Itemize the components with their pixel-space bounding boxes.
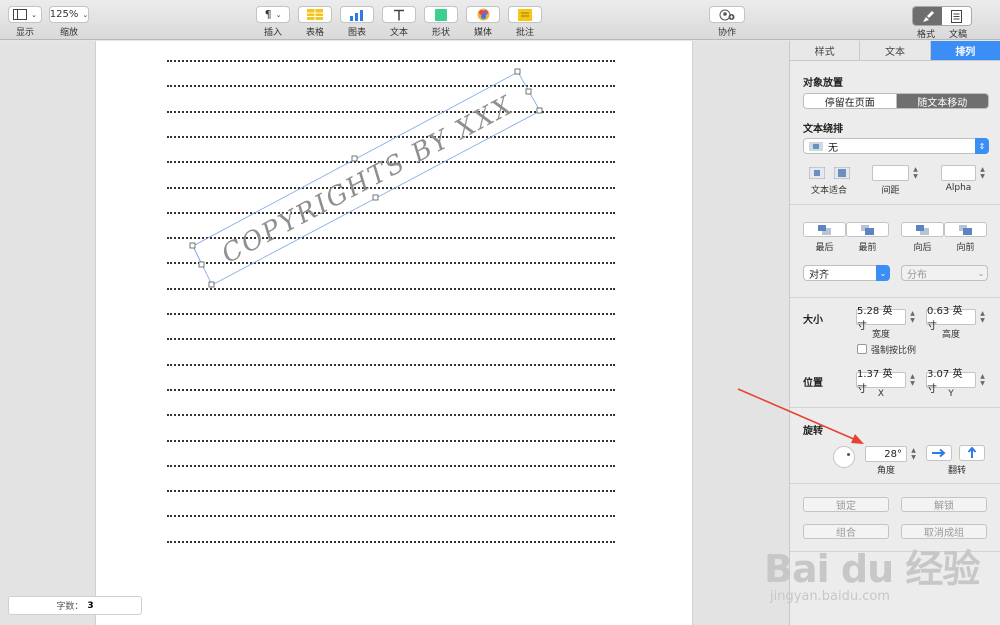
- resize-handle[interactable]: [198, 261, 205, 268]
- alpha-label: Alpha: [945, 183, 972, 193]
- unlock-button[interactable]: 解锁: [901, 497, 987, 512]
- spacing-field[interactable]: [872, 165, 909, 181]
- height-stepper[interactable]: ▲ ▼: [978, 309, 987, 325]
- alpha-stepper[interactable]: ▲ ▼: [978, 165, 987, 181]
- bring-to-front-button[interactable]: [846, 222, 889, 237]
- constrain-proportions-checkbox[interactable]: [857, 344, 867, 354]
- position-y-field[interactable]: 3.07 英寸: [926, 369, 976, 395]
- front-label: 最前: [858, 243, 877, 253]
- height-field[interactable]: 0.63 英寸: [926, 306, 976, 332]
- bring-to-front-icon: [860, 224, 874, 235]
- distribute-select[interactable]: 分布 ⌄: [901, 265, 988, 281]
- wrap-fit-icon-1[interactable]: [809, 167, 825, 179]
- position-x-stepper[interactable]: ▲ ▼: [908, 372, 917, 388]
- spacing-stepper[interactable]: ▲ ▼: [911, 165, 920, 181]
- position-x-field[interactable]: 1.37 英寸: [856, 369, 906, 395]
- chevron-updown-icon: ⇕: [975, 138, 989, 154]
- word-count-label: 字数：: [56, 602, 84, 612]
- object-placement-control[interactable]: 停留在页面 随文本移动: [803, 93, 989, 109]
- resize-handle[interactable]: [536, 107, 543, 114]
- bring-forward-icon: [958, 224, 972, 235]
- flip-label: 翻转: [947, 466, 966, 476]
- rotation-dial[interactable]: [833, 446, 855, 468]
- lock-button[interactable]: 锁定: [803, 497, 889, 512]
- resize-handle[interactable]: [525, 88, 532, 95]
- divider: [790, 407, 1000, 408]
- resize-handle[interactable]: [208, 281, 215, 288]
- send-backward-icon: [915, 224, 929, 235]
- position-x-label: X: [877, 389, 885, 399]
- size-title: 大小: [803, 315, 823, 326]
- resize-handle[interactable]: [351, 155, 358, 162]
- arrow-right-icon: [932, 448, 946, 458]
- position-title: 位置: [803, 378, 823, 389]
- text-wrap-select[interactable]: 无 ⇕: [803, 138, 989, 154]
- tab-text[interactable]: 文本: [860, 41, 931, 60]
- send-backward-button[interactable]: [901, 222, 944, 237]
- constrain-proportions-label: 强制按比例: [871, 346, 917, 356]
- forward-label: 向前: [956, 243, 975, 253]
- back-label: 最后: [815, 243, 834, 253]
- width-field[interactable]: 5.28 英寸: [856, 306, 906, 332]
- tab-style[interactable]: 样式: [790, 41, 861, 60]
- divider: [790, 297, 1000, 298]
- rotate-title: 旋转: [803, 426, 823, 437]
- flip-vertical-button[interactable]: [959, 445, 985, 461]
- position-y-label: Y: [948, 389, 954, 399]
- arrow-up-icon: [967, 447, 977, 458]
- angle-field[interactable]: 28°: [865, 446, 907, 462]
- resize-handle[interactable]: [189, 242, 196, 249]
- height-label: 高度: [941, 330, 960, 340]
- baidu-logo-text: Bai du 经验: [764, 547, 980, 591]
- object-placement-title: 对象放置: [803, 78, 843, 89]
- text-wrap-title: 文本绕排: [803, 124, 843, 135]
- alpha-field[interactable]: [941, 165, 976, 181]
- ungroup-button[interactable]: 取消成组: [901, 524, 987, 539]
- bring-forward-button[interactable]: [944, 222, 987, 237]
- divider: [790, 483, 1000, 484]
- width-stepper[interactable]: ▲ ▼: [908, 309, 917, 325]
- text-wrap-value: 无: [828, 142, 838, 154]
- wrap-fit-icon-2[interactable]: [834, 167, 850, 179]
- spacing-label: 间距: [881, 186, 900, 196]
- distribute-value: 分布: [907, 269, 927, 281]
- send-to-back-button[interactable]: [803, 222, 846, 237]
- width-label: 宽度: [871, 330, 890, 340]
- baidu-jingyan-watermark: Bai du 经验 jingyan.baidu.com: [764, 538, 994, 618]
- backward-label: 向后: [913, 243, 932, 253]
- resize-handle[interactable]: [514, 68, 521, 75]
- chevron-down-icon: ⌄: [876, 265, 890, 281]
- divider: [790, 204, 1000, 205]
- inspector-tabs: 样式 文本 排列: [790, 41, 1000, 61]
- align-value: 对齐: [809, 269, 829, 281]
- align-select[interactable]: 对齐 ⌄: [803, 265, 890, 281]
- angle-stepper[interactable]: ▲ ▼: [909, 446, 918, 462]
- move-with-text-option[interactable]: 随文本移动: [896, 94, 988, 108]
- send-to-back-icon: [817, 224, 831, 235]
- word-count-value: 3: [87, 600, 94, 611]
- group-button[interactable]: 组合: [803, 524, 889, 539]
- wrap-none-icon: [809, 141, 823, 151]
- chevron-down-icon: ⌄: [977, 268, 985, 278]
- angle-label: 角度: [876, 466, 895, 476]
- text-fit-label: 文本适合: [810, 186, 847, 196]
- position-y-stepper[interactable]: ▲ ▼: [978, 372, 987, 388]
- tab-arrange[interactable]: 排列: [930, 41, 1000, 60]
- word-count[interactable]: 字数： 3: [8, 596, 142, 615]
- stay-on-page-option[interactable]: 停留在页面: [804, 94, 897, 108]
- flip-horizontal-button[interactable]: [926, 445, 952, 461]
